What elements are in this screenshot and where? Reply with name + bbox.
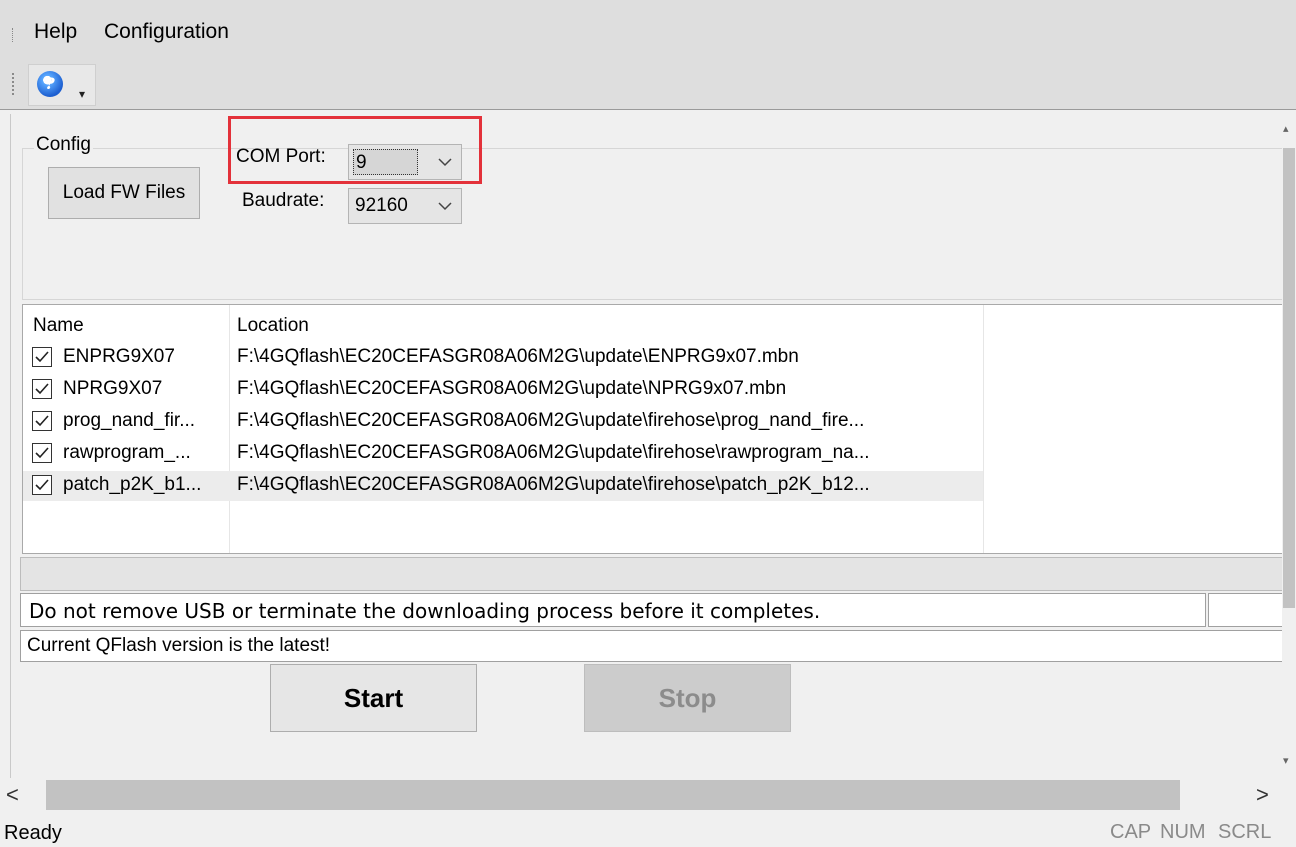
horizontal-scrollbar[interactable]: < >	[0, 778, 1296, 814]
toolbar-grip[interactable]	[12, 73, 15, 95]
horizontal-scroll-thumb[interactable]	[46, 780, 1180, 810]
chevron-down-icon	[438, 202, 452, 211]
row-checkbox[interactable]	[32, 347, 52, 367]
row-name: patch_p2K_b1...	[63, 474, 202, 495]
row-checkbox[interactable]	[32, 475, 52, 495]
warning-message: Do not remove USB or terminate the downl…	[29, 599, 821, 623]
checkmark-icon	[35, 415, 49, 427]
version-message-box: Current QFlash version is the latest!	[20, 630, 1282, 662]
com-port-highlight	[228, 116, 482, 184]
menu-help[interactable]: Help	[34, 20, 77, 44]
scroll-up-icon[interactable]: ▴	[1283, 122, 1289, 135]
list-item[interactable]: NPRG9X07 F:\4GQflash\EC20CEFASGR08A06M2G…	[23, 375, 1281, 405]
baudrate-value: 92160	[355, 195, 408, 216]
row-name: ENPRG9X07	[63, 346, 175, 367]
status-text: Ready	[4, 822, 62, 844]
row-checkbox[interactable]	[32, 379, 52, 399]
column-header-name[interactable]: Name	[33, 315, 84, 337]
warning-side-cell	[1208, 593, 1282, 627]
menu-configuration[interactable]: Configuration	[104, 20, 229, 44]
warning-message-box: Do not remove USB or terminate the downl…	[20, 593, 1206, 627]
version-message: Current QFlash version is the latest!	[27, 635, 331, 656]
scrl-indicator: SCRL	[1218, 821, 1272, 843]
menu-grip	[12, 28, 15, 42]
scroll-left-icon[interactable]: <	[6, 782, 19, 808]
row-name: prog_nand_fir...	[63, 410, 196, 431]
help-toolbar-button[interactable]: ? ▾	[28, 64, 96, 106]
baudrate-select[interactable]: 92160	[348, 188, 462, 224]
num-indicator: NUM	[1160, 821, 1206, 843]
load-fw-files-button[interactable]: Load FW Files	[48, 167, 200, 219]
help-question-icon: ?	[37, 71, 63, 97]
baudrate-label: Baudrate:	[242, 190, 325, 211]
row-name: NPRG9X07	[63, 378, 163, 399]
download-progress-bar	[20, 557, 1282, 591]
list-item[interactable]: patch_p2K_b1... F:\4GQflash\EC20CEFASGR0…	[23, 471, 983, 501]
checkmark-icon	[35, 479, 49, 491]
firmware-file-list[interactable]: Name Location ENPRG9X07 F:\4GQflash\EC20…	[22, 304, 1282, 554]
row-name: rawprogram_...	[63, 442, 191, 463]
list-item[interactable]: ENPRG9X07 F:\4GQflash\EC20CEFASGR08A06M2…	[23, 343, 1281, 373]
list-item[interactable]: rawprogram_... F:\4GQflash\EC20CEFASGR08…	[23, 439, 1281, 469]
config-group-title: Config	[34, 134, 93, 156]
row-checkbox[interactable]	[32, 411, 52, 431]
row-location: F:\4GQflash\EC20CEFASGR08A06M2G\update\f…	[237, 410, 865, 431]
toolbar-dropdown-icon[interactable]: ▾	[79, 87, 85, 101]
cap-indicator: CAP	[1110, 821, 1152, 843]
scroll-down-icon[interactable]: ▾	[1283, 754, 1289, 767]
menu-bar: Help Configuration ? ▾	[0, 0, 1296, 110]
checkmark-icon	[35, 447, 49, 459]
vertical-scroll-thumb[interactable]	[1283, 148, 1295, 608]
row-location: F:\4GQflash\EC20CEFASGR08A06M2G\update\f…	[237, 474, 870, 495]
row-location: F:\4GQflash\EC20CEFASGR08A06M2G\update\E…	[237, 346, 799, 367]
config-group	[22, 148, 1282, 300]
status-bar: Ready CAP NUM SCRL	[0, 814, 1296, 847]
column-header-location[interactable]: Location	[237, 315, 309, 337]
row-location: F:\4GQflash\EC20CEFASGR08A06M2G\update\f…	[237, 442, 870, 463]
stop-button[interactable]: Stop	[584, 664, 791, 732]
vertical-scrollbar[interactable]: ▴ ▾	[1282, 114, 1296, 778]
row-checkbox[interactable]	[32, 443, 52, 463]
start-button[interactable]: Start	[270, 664, 477, 732]
checkmark-icon	[35, 351, 49, 363]
list-item[interactable]: prog_nand_fir... F:\4GQflash\EC20CEFASGR…	[23, 407, 1281, 437]
row-location: F:\4GQflash\EC20CEFASGR08A06M2G\update\N…	[237, 378, 787, 399]
scroll-right-icon[interactable]: >	[1256, 782, 1269, 808]
checkmark-icon	[35, 383, 49, 395]
